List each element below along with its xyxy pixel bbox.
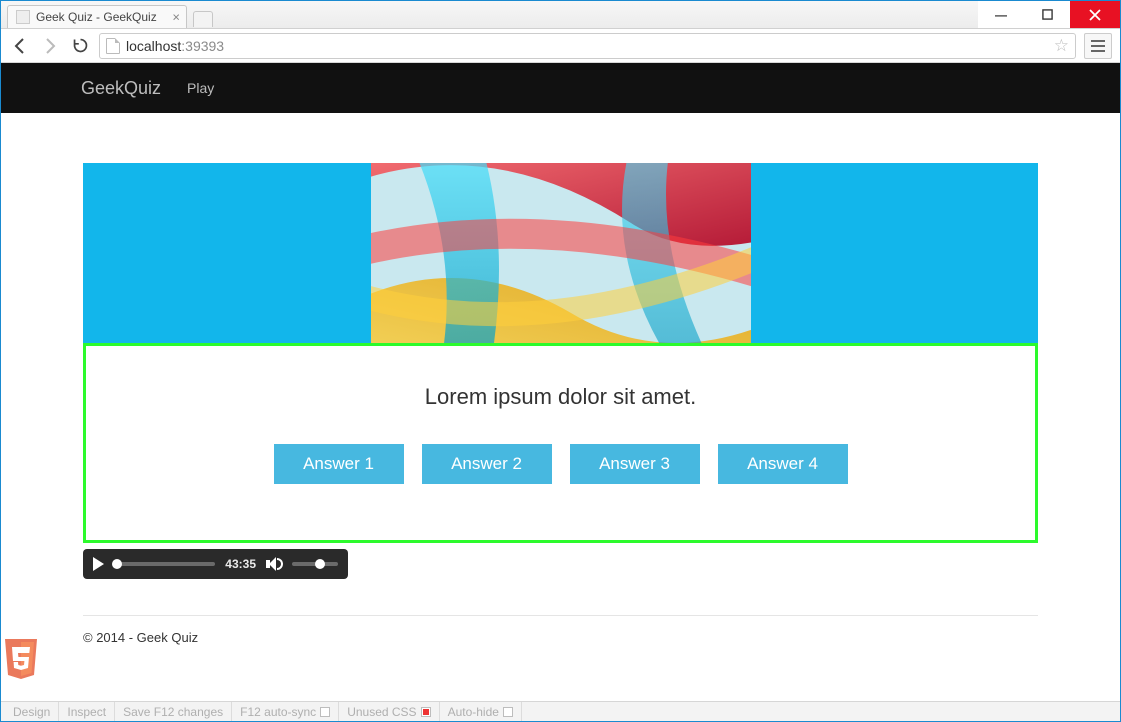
new-tab-button[interactable] [193,11,213,27]
hero-artwork [371,163,751,343]
forward-button[interactable] [39,35,61,57]
question-text: Lorem ipsum dolor sit amet. [425,384,696,410]
html5-shield-icon [1,637,41,681]
status-unused-css[interactable]: Unused CSS [339,702,439,721]
play-button[interactable] [93,557,104,571]
status-save-f12[interactable]: Save F12 changes [115,702,232,721]
seek-slider[interactable] [114,562,215,566]
window-minimize-button[interactable]: — [978,1,1024,28]
bookmark-star-icon[interactable]: ☆ [1054,36,1069,56]
tab-strip: Geek Quiz - GeekQuiz × [1,1,978,28]
checkbox-icon [503,707,513,717]
url-host: localhost [126,38,181,54]
address-bar[interactable]: localhost:39393 ☆ [99,33,1076,59]
tab-close-button[interactable]: × [172,11,180,24]
url-path: :39393 [181,38,224,54]
hamburger-icon [1091,45,1105,47]
back-button[interactable] [9,35,31,57]
browser-menu-button[interactable] [1084,33,1112,59]
site-brand[interactable]: GeekQuiz [81,78,161,99]
window-close-button[interactable] [1070,1,1120,28]
browser-tab[interactable]: Geek Quiz - GeekQuiz × [7,5,187,28]
status-inspect[interactable]: Inspect [59,702,115,721]
dev-status-bar: Design Inspect Save F12 changes F12 auto… [1,701,1120,721]
volume-thumb[interactable] [315,559,325,569]
answer-button-2[interactable]: Answer 2 [422,444,552,484]
tab-title: Geek Quiz - GeekQuiz [36,10,157,24]
media-time: 43:35 [225,557,256,571]
answer-button-4[interactable]: Answer 4 [718,444,848,484]
browser-toolbar: localhost:39393 ☆ [1,29,1120,63]
quiz-card: Lorem ipsum dolor sit amet. Answer 1 Ans… [83,343,1038,543]
url-text: localhost:39393 [126,38,1048,54]
checkbox-icon [421,707,431,717]
page-body: Lorem ipsum dolor sit amet. Answer 1 Ans… [83,163,1038,669]
reload-button[interactable] [69,35,91,57]
answer-row: Answer 1 Answer 2 Answer 3 Answer 4 [274,444,848,484]
page-viewport: GeekQuiz Play [1,63,1120,701]
media-control-bar: 43:35 [83,549,348,579]
checkbox-icon [320,707,330,717]
status-design[interactable]: Design [5,702,59,721]
volume-slider[interactable] [292,562,338,566]
window-maximize-button[interactable] [1024,1,1070,28]
footer-copyright: © 2014 - Geek Quiz [83,616,1038,669]
hero-banner [83,163,1038,343]
titlebar: Geek Quiz - GeekQuiz × — [1,1,1120,29]
seek-thumb[interactable] [112,559,122,569]
page-icon [106,38,120,54]
site-navbar: GeekQuiz Play [1,63,1120,113]
nav-link-play[interactable]: Play [187,80,214,96]
browser-window: Geek Quiz - GeekQuiz × — [0,0,1121,722]
answer-button-1[interactable]: Answer 1 [274,444,404,484]
favicon [16,10,30,24]
answer-button-3[interactable]: Answer 3 [570,444,700,484]
status-auto-hide[interactable]: Auto-hide [440,702,522,721]
status-f12-autosync[interactable]: F12 auto-sync [232,702,339,721]
volume-icon[interactable] [266,556,282,572]
window-controls: — [978,1,1120,28]
